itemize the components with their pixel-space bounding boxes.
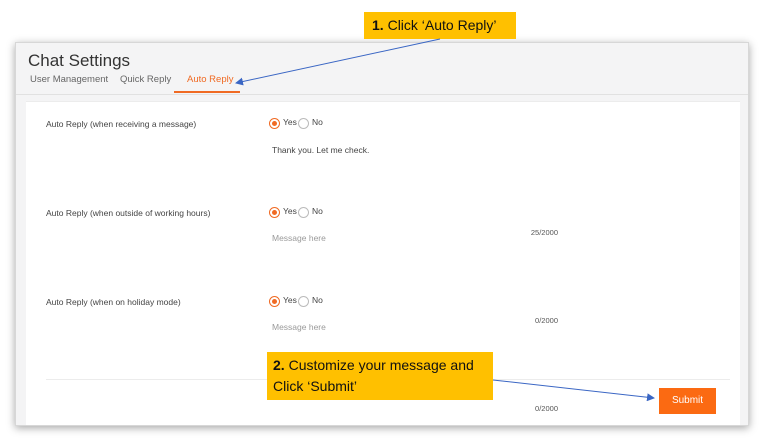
- radio-yes-label: Yes: [283, 206, 297, 216]
- char-counter-holiday-mode: 0/2000: [535, 404, 558, 413]
- radio-yes-label: Yes: [283, 117, 297, 127]
- callout-step-2: 2. Customize your message and Click ‘Sub…: [267, 352, 493, 400]
- radio-yes-outside-working-hours[interactable]: [269, 207, 280, 218]
- radio-no-receiving-message[interactable]: [298, 118, 309, 129]
- message-field-outside-working-hours[interactable]: Message here: [272, 233, 552, 273]
- setting-label-receiving-message: Auto Reply (when receiving a message): [46, 119, 197, 129]
- message-field-receiving-message[interactable]: Thank you. Let me check.: [272, 145, 552, 185]
- radio-no-holiday-mode[interactable]: [298, 296, 309, 307]
- callout-step-1: 1. Click ‘Auto Reply’: [364, 12, 516, 39]
- settings-header: Chat Settings User Management Quick Repl…: [16, 43, 748, 95]
- radio-yes-holiday-mode[interactable]: [269, 296, 280, 307]
- radio-no-label: No: [312, 295, 323, 305]
- callout-step-1-number: 1.: [372, 17, 384, 33]
- callout-step-2-number: 2.: [273, 357, 285, 373]
- active-tab-indicator: [174, 91, 240, 93]
- tab-quick-reply[interactable]: Quick Reply: [120, 73, 171, 95]
- radio-no-label: No: [312, 117, 323, 127]
- callout-step-1-text: Click ‘Auto Reply’: [387, 17, 497, 33]
- tab-auto-reply[interactable]: Auto Reply: [174, 73, 240, 95]
- setting-label-outside-working-hours: Auto Reply (when outside of working hour…: [46, 208, 211, 218]
- radio-yes-receiving-message[interactable]: [269, 118, 280, 129]
- header-divider: [16, 94, 748, 95]
- submit-button[interactable]: Submit: [659, 388, 716, 414]
- page-title: Chat Settings: [28, 51, 131, 70]
- tab-auto-reply-label: Auto Reply: [187, 74, 234, 85]
- radio-yes-label: Yes: [283, 295, 297, 305]
- tab-user-management[interactable]: User Management: [30, 73, 108, 95]
- radio-no-outside-working-hours[interactable]: [298, 207, 309, 218]
- tab-bar: User Management Quick Reply Auto Reply: [16, 73, 748, 95]
- radio-no-label: No: [312, 206, 323, 216]
- callout-step-2-text: Customize your message and Click ‘Submit…: [273, 357, 474, 394]
- setting-label-holiday-mode: Auto Reply (when on holiday mode): [46, 297, 181, 307]
